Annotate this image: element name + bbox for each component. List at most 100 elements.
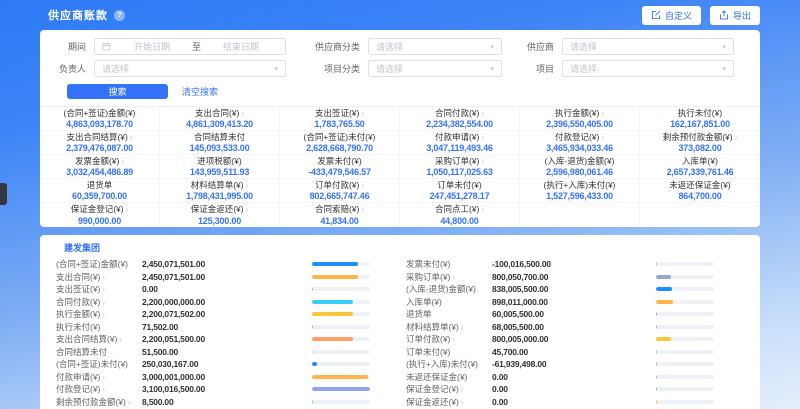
summary-cell[interactable]: 合同索赔(¥)›41,834.00 xyxy=(280,203,400,227)
summary-cell[interactable]: 付款登记(¥)›3,465,934,033.46 xyxy=(520,131,640,155)
detail-row-value: 71,502.00 xyxy=(142,322,312,332)
chevron-right-icon: › xyxy=(121,157,124,166)
project-select[interactable]: 请选择 ▾ xyxy=(562,60,734,77)
summary-cell-label: 支出合同(¥)› xyxy=(195,108,244,119)
owner-select[interactable]: 请选择 ▾ xyxy=(94,60,286,77)
summary-cell-value: 4,861,309,413.20 xyxy=(186,119,253,129)
summary-cell[interactable]: 保证金登记(¥)›990,000.00 xyxy=(40,203,160,227)
detail-row-label[interactable]: 材料结算单(¥)› xyxy=(406,321,492,333)
chevron-right-icon: › xyxy=(461,385,464,394)
detail-row-label: 合同结算未付 xyxy=(56,346,142,358)
detail-row-value: 2,450,071,501.00 xyxy=(142,272,312,282)
summary-cell[interactable]: 发票金额(¥)›3,032,454,486.89 xyxy=(40,155,160,179)
summary-cell: 进项税额(¥)143,959,511.93 xyxy=(160,155,280,179)
summary-cell[interactable]: 支出签证(¥)›1,783,765.50 xyxy=(280,107,400,131)
chevron-right-icon: › xyxy=(361,205,364,214)
chevron-right-icon: › xyxy=(126,205,129,214)
project-category-label: 项目分类 xyxy=(286,62,368,75)
detail-row-value: 51,500.00 xyxy=(142,347,312,357)
supplier-select[interactable]: 请选择 ▾ xyxy=(562,38,734,55)
chevron-right-icon: › xyxy=(130,133,133,142)
collapsed-drawer-handle[interactable] xyxy=(0,183,7,205)
summary-cell[interactable]: 支出合同结算(¥)›2,379,476,087.00 xyxy=(40,131,160,155)
summary-cell[interactable]: 合同付款(¥)›2,234,382,554.00 xyxy=(400,107,520,131)
detail-row: 付款申请(¥)›3,000,001,000.00 xyxy=(56,371,370,384)
summary-cell-empty xyxy=(640,203,760,227)
summary-cell-value: 3,465,934,033.46 xyxy=(546,143,613,153)
detail-row-label[interactable]: 支出合同结算(¥)› xyxy=(56,333,142,345)
detail-row: 采购订单(¥)›800,050,700.00 xyxy=(406,271,714,284)
summary-cell-label: 进项税额(¥) xyxy=(197,156,241,166)
summary-cell[interactable]: 订单付款(¥)›802,665,747.46 xyxy=(280,179,400,203)
summary-cell[interactable]: 付款申请(¥)›3,047,119,493.46 xyxy=(400,131,520,155)
group-detail-card: 建发集团 (合同+签证)金额(¥)2,450,071,501.00支出合同(¥)… xyxy=(40,235,760,409)
summary-cell-label: 合同点工(¥)› xyxy=(435,204,484,215)
summary-cell-label: 保证金登记(¥)› xyxy=(71,204,129,215)
summary-cell-value: 2,657,339,761.46 xyxy=(667,167,734,177)
export-button[interactable]: 导出 xyxy=(710,6,760,25)
clear-search-link[interactable]: 清空搜索 xyxy=(182,85,218,98)
chevron-right-icon: › xyxy=(246,205,249,214)
detail-row-label[interactable]: 保证金返还(¥)› xyxy=(406,396,492,408)
detail-row: 合同付款(¥)›2,200,000,000.00 xyxy=(56,296,370,309)
detail-row-label: (合同+签证)未付(¥) xyxy=(56,358,142,370)
summary-cell[interactable]: 保证金返还(¥)›125,300.00 xyxy=(160,203,280,227)
detail-row-label[interactable]: 付款登记(¥)› xyxy=(56,383,142,395)
detail-row-label[interactable]: 合同付款(¥)› xyxy=(56,296,142,308)
summary-cell-label: 执行未付(¥) xyxy=(678,108,722,118)
summary-cell-value: -433,479,546.57 xyxy=(308,167,371,177)
customize-button[interactable]: 自定义 xyxy=(642,6,701,25)
summary-cell-value: 2,628,668,790.70 xyxy=(306,143,373,153)
summary-cell-label: (入库-退货)金额(¥) xyxy=(545,156,615,166)
help-icon[interactable]: ? xyxy=(114,10,125,21)
detail-row-label[interactable]: 保证金登记(¥)› xyxy=(406,383,492,395)
detail-row-label[interactable]: 付款申请(¥)› xyxy=(56,371,142,383)
detail-row-value: 898,011,000.00 xyxy=(492,297,656,307)
summary-cell[interactable]: 执行金额(¥)›2,396,550,405.00 xyxy=(520,107,640,131)
detail-row: (合同+签证)金额(¥)2,450,071,501.00 xyxy=(56,258,370,271)
chevron-right-icon: › xyxy=(481,205,484,214)
detail-row-label[interactable]: 订单付款(¥)› xyxy=(406,333,492,345)
detail-row-value: 8,500.00 xyxy=(142,397,312,407)
detail-row-label[interactable]: 支出合同(¥)› xyxy=(56,271,142,283)
summary-cell-label: (执行+入库)未付(¥) xyxy=(543,180,615,190)
summary-cell[interactable]: 合同点工(¥)›44,800.00 xyxy=(400,203,520,227)
detail-row-label[interactable]: 剩余预付款金额(¥)› xyxy=(56,396,142,408)
detail-row-value: 0.00 xyxy=(492,397,656,407)
chevron-right-icon: › xyxy=(246,181,249,190)
group-name-link[interactable]: 建发集团 xyxy=(40,235,760,258)
supplier-category-select[interactable]: 请选择 ▾ xyxy=(368,38,502,55)
detail-row-label[interactable]: 采购订单(¥)› xyxy=(406,271,492,283)
summary-cell[interactable]: 剩余预付款金额(¥)›373,082.00 xyxy=(640,131,760,155)
chevron-down-icon: ▾ xyxy=(490,43,494,51)
detail-row-label[interactable]: 支出签证(¥)› xyxy=(56,283,142,295)
detail-row: 保证金登记(¥)›0.00 xyxy=(406,383,714,396)
detail-row: 订单未付(¥)45,700.00 xyxy=(406,346,714,359)
detail-row-value: 0.00 xyxy=(492,372,656,382)
search-button[interactable]: 搜索 xyxy=(67,84,168,99)
chevron-right-icon: › xyxy=(119,335,122,344)
detail-row-label[interactable]: 执行金额(¥)› xyxy=(56,308,142,320)
detail-row: 发票未付(¥)-100,016,500.00 xyxy=(406,258,714,271)
summary-cell-value: 2,379,476,087.00 xyxy=(66,143,133,153)
detail-row-value: -100,016,500.00 xyxy=(492,259,656,269)
calendar-icon xyxy=(102,42,111,51)
chevron-right-icon: › xyxy=(102,310,105,319)
detail-row-value: 0.00 xyxy=(142,284,312,294)
chevron-right-icon: › xyxy=(102,385,105,394)
detail-row-bar xyxy=(656,350,714,354)
summary-cell[interactable]: 材料结算单(¥)›1,798,431,995.00 xyxy=(160,179,280,203)
detail-row-value: 800,050,700.00 xyxy=(492,272,656,282)
summary-cell-value: 1,783,765.50 xyxy=(314,119,364,129)
summary-cell-label: 剩余预付款金额(¥)› xyxy=(663,132,738,143)
date-range-input[interactable]: 开始日期 至 结束日期 xyxy=(94,38,286,55)
chevron-right-icon: › xyxy=(481,133,484,142)
date-to-label: 至 xyxy=(189,40,204,53)
summary-cell[interactable]: 支出合同(¥)›4,861,309,413.20 xyxy=(160,107,280,131)
summary-cell-value: 1,050,117,025.63 xyxy=(426,167,492,177)
summary-cell[interactable]: 采购订单(¥)›1,050,117,025.63 xyxy=(400,155,520,179)
summary-cell: 未返还保证金(¥)864,700.00 xyxy=(640,179,760,203)
summary-cell-label: 发票金额(¥)› xyxy=(75,156,124,167)
project-category-select[interactable]: 请选择 ▾ xyxy=(368,60,502,77)
detail-row: 付款登记(¥)›3,100,016,500.00 xyxy=(56,383,370,396)
